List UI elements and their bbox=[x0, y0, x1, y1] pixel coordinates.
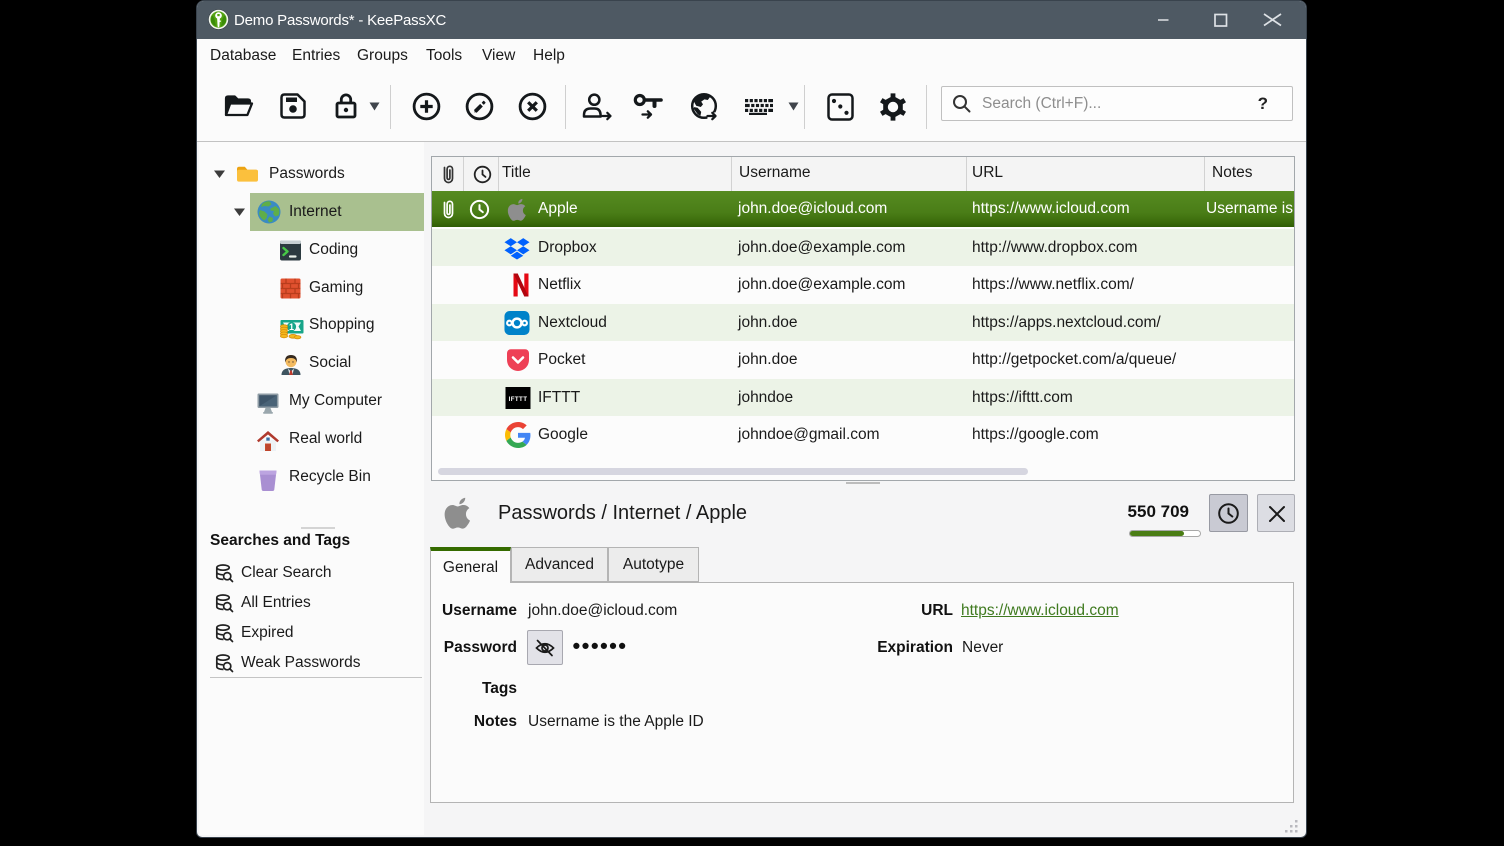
svg-text:1: 1 bbox=[289, 322, 294, 332]
svg-text:IFTTT: IFTTT bbox=[509, 395, 528, 402]
